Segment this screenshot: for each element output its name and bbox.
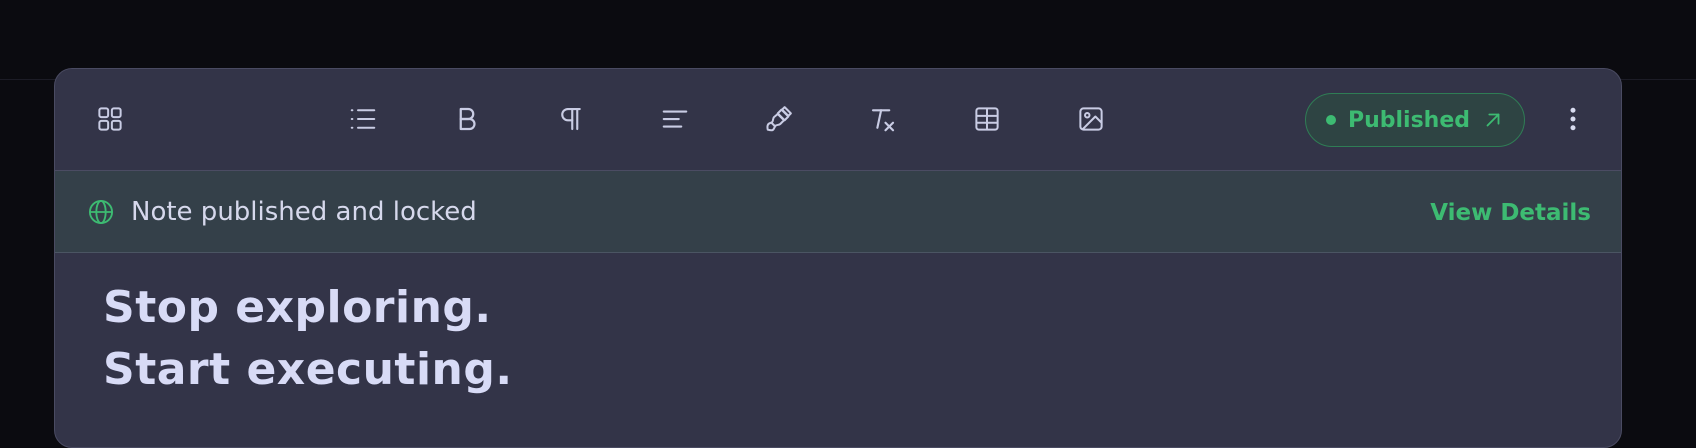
status-label: Published	[1347, 107, 1471, 133]
table-button[interactable]	[967, 99, 1007, 139]
list-icon	[350, 109, 376, 129]
published-status-button[interactable]: Published	[1305, 93, 1525, 147]
more-options-button[interactable]	[1555, 99, 1591, 139]
paragraph-icon	[561, 107, 581, 131]
view-details-link[interactable]: View Details	[1430, 197, 1591, 229]
published-banner: Note published and locked View Details	[55, 171, 1621, 253]
table-icon	[975, 107, 999, 131]
image-icon	[1079, 107, 1103, 131]
list-button[interactable]	[343, 99, 383, 139]
arrow-up-right-icon	[1486, 113, 1500, 127]
clear-format-icon	[871, 109, 895, 132]
editor-toolbar: Published	[55, 69, 1621, 171]
align-left-icon	[662, 110, 688, 128]
grid-view-button[interactable]	[90, 99, 130, 139]
bold-icon	[459, 107, 476, 131]
status-dot	[1325, 115, 1336, 125]
banner-message: Note published and locked	[131, 197, 477, 227]
image-button[interactable]	[1071, 99, 1111, 139]
paragraph-button[interactable]	[551, 99, 591, 139]
more-vertical-icon	[1570, 107, 1576, 131]
note-heading-line-2: Start executing.	[103, 344, 513, 395]
note-heading-line-1: Stop exploring.	[103, 282, 492, 333]
bold-button[interactable]	[447, 99, 487, 139]
paintbrush-icon	[766, 106, 792, 132]
globe-icon	[88, 199, 114, 225]
paintbrush-button[interactable]	[759, 99, 799, 139]
grid-icon	[98, 107, 122, 131]
align-button[interactable]	[655, 99, 695, 139]
note-content[interactable]: Stop exploring. Start executing.	[103, 277, 1503, 401]
clear-format-button[interactable]	[863, 99, 903, 139]
note-editor: Published Note published and locked View…	[54, 68, 1622, 448]
